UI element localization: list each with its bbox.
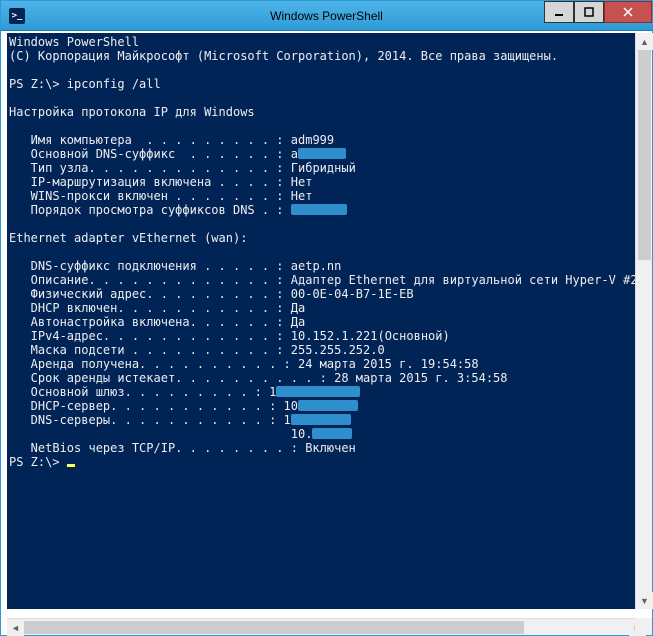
field-value: 255.255.252.0 — [284, 343, 385, 357]
prompt: PS Z:\> — [9, 455, 67, 469]
field-value: Включен — [298, 441, 356, 455]
field-label: Основной шлюз. . . . . . . . . : — [9, 385, 262, 399]
close-button[interactable] — [604, 1, 652, 23]
adapter-header: Ethernet adapter vEthernet (wan): — [9, 231, 247, 245]
field-value: Нет — [284, 175, 313, 189]
vertical-scrollbar[interactable]: ▲ ▼ — [635, 33, 652, 609]
field-value: adm999 — [284, 133, 335, 147]
redacted-value — [312, 428, 352, 439]
field-label: DHCP включен. . . . . . . . . . . : — [9, 301, 284, 315]
redacted-value — [298, 400, 358, 411]
field-label: Тип узла. . . . . . . . . . . . . : — [9, 161, 284, 175]
field-value: Гибридный — [284, 161, 356, 175]
field-value: 28 марта 2015 г. 3:54:58 — [327, 371, 508, 385]
field-value: 10.152.1.221(Основной) — [284, 329, 450, 343]
field-label: Аренда получена. . . . . . . . . . : — [9, 357, 291, 371]
scroll-thumb[interactable] — [24, 621, 524, 634]
redacted-value — [298, 148, 346, 159]
field-value: 24 марта 2015 г. 19:54:58 — [291, 357, 479, 371]
field-label: Физический адрес. . . . . . . . . : — [9, 287, 284, 301]
scroll-track[interactable] — [636, 50, 652, 592]
header-line: Windows PowerShell — [9, 35, 139, 49]
field-label: Порядок просмотра суффиксов DNS . : — [9, 203, 284, 217]
scroll-track[interactable] — [24, 619, 629, 635]
redacted-value — [291, 414, 351, 425]
window-buttons — [544, 1, 652, 23]
client-area: Windows PowerShell (C) Корпорация Майкро… — [1, 31, 652, 635]
redacted-value — [276, 386, 360, 397]
field-label: IPv4-адрес. . . . . . . . . . . . : — [9, 329, 284, 343]
field-label: Основной DNS-суффикс . . . . . . : — [9, 147, 284, 161]
maximize-button[interactable] — [574, 1, 604, 23]
field-value: 10 — [276, 399, 298, 413]
field-label: Описание. . . . . . . . . . . . . : — [9, 273, 284, 287]
field-label: Срок аренды истекает. . . . . . . . . . … — [9, 371, 327, 385]
powershell-window: >_ Windows PowerShell Windows PowerShell… — [0, 0, 653, 636]
copyright-line: (C) Корпорация Майкрософт (Microsoft Cor… — [9, 49, 558, 63]
field-value: 1 — [262, 385, 276, 399]
field-label: NetBios через TCP/IP. . . . . . . . : — [9, 441, 298, 455]
field-label: DNS-серверы. . . . . . . . . . . : — [9, 413, 276, 427]
scroll-thumb[interactable] — [638, 50, 651, 260]
console-text: Windows PowerShell (C) Корпорация Майкро… — [7, 33, 646, 469]
redacted-value — [291, 204, 347, 215]
console-area[interactable]: Windows PowerShell (C) Корпорация Майкро… — [7, 33, 646, 609]
horizontal-scrollbar[interactable]: ◄ ► — [7, 618, 646, 635]
scroll-up-button[interactable]: ▲ — [636, 33, 653, 50]
titlebar[interactable]: >_ Windows PowerShell — [1, 1, 652, 31]
field-label: Маска подсети . . . . . . . . . . : — [9, 343, 284, 357]
field-value: 00-0E-04-B7-1E-EB — [284, 287, 414, 301]
field-value: Да — [284, 315, 306, 329]
field-value — [284, 203, 291, 217]
scroll-down-button[interactable]: ▼ — [636, 592, 653, 609]
minimize-button[interactable] — [544, 1, 574, 23]
prompt: PS Z:\> — [9, 77, 67, 91]
field-label: WINS-прокси включен . . . . . . . : — [9, 189, 284, 203]
field-value: aetp.nn — [284, 259, 342, 273]
command: ipconfig /all — [67, 77, 161, 91]
field-label: Имя компьютера . . . . . . . . . : — [9, 133, 284, 147]
field-label: IP-маршрутизация включена . . . . : — [9, 175, 284, 189]
field-value: 1 — [276, 413, 290, 427]
field-value: Да — [284, 301, 306, 315]
field-value: 10. — [284, 427, 313, 441]
scroll-corner — [635, 618, 652, 635]
field-value: Адаптер Ethernet для виртуальной сети Hy… — [284, 273, 638, 287]
field-label: DHCP-сервер. . . . . . . . . . . : — [9, 399, 276, 413]
scroll-left-button[interactable]: ◄ — [7, 619, 24, 636]
field-label: Автонастройка включена. . . . . . : — [9, 315, 284, 329]
field-label — [9, 427, 284, 441]
cursor — [67, 464, 75, 467]
field-value: a — [284, 147, 298, 161]
field-label: DNS-суффикс подключения . . . . . : — [9, 259, 284, 273]
field-value: Нет — [284, 189, 313, 203]
powershell-icon: >_ — [9, 8, 25, 24]
section-header: Настройка протокола IP для Windows — [9, 105, 255, 119]
